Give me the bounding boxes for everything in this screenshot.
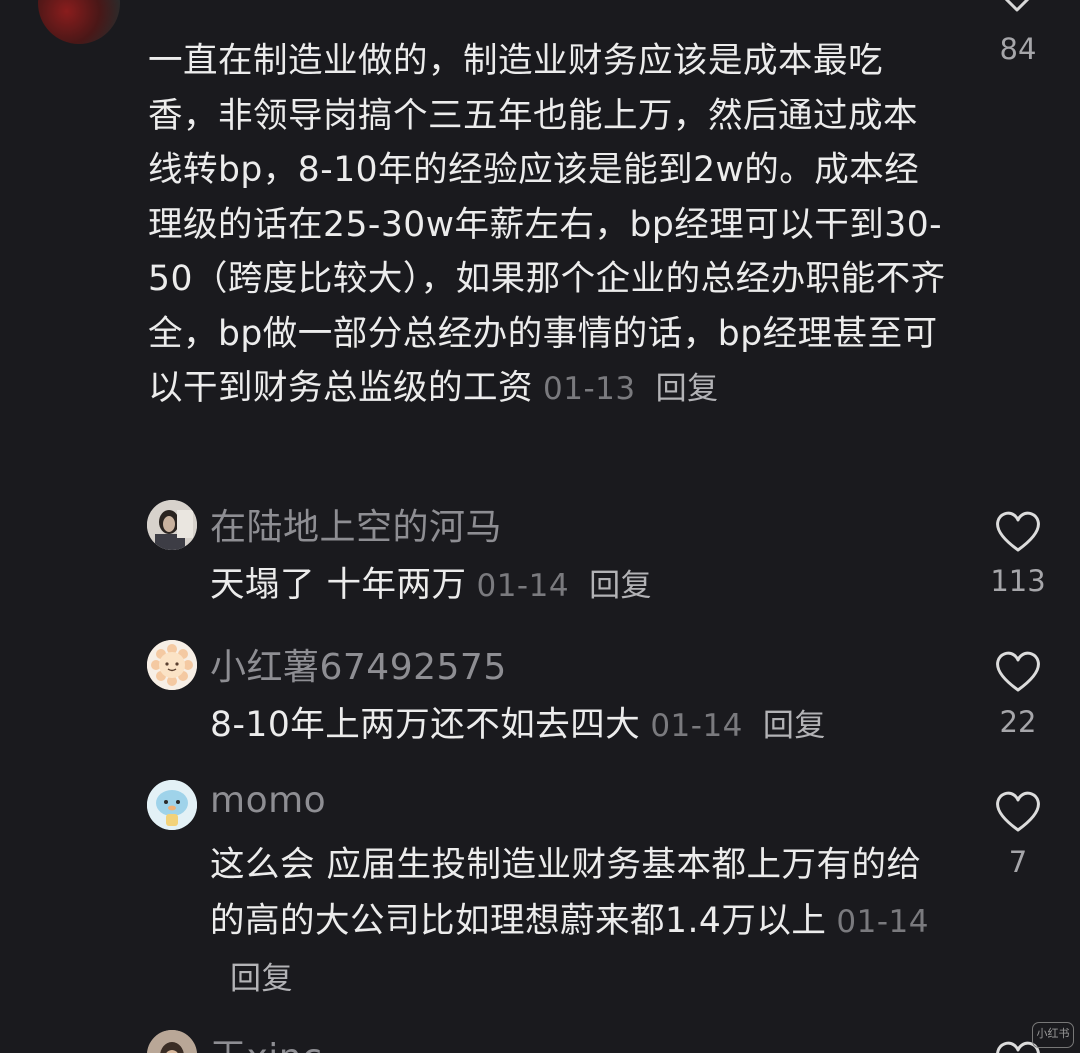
- reply-date: 01-14: [476, 568, 570, 604]
- reply-body: 这么会 应届生投制造业财务基本都上万有的给的高的大公司比如理想蔚来都1.4万以上…: [210, 837, 955, 1007]
- heart-icon[interactable]: [994, 510, 1042, 554]
- heart-icon[interactable]: [994, 650, 1042, 694]
- reply-body: 8-10年上两万还不如去四大 01-14 回复: [210, 697, 950, 754]
- commenter-avatar[interactable]: [38, 0, 120, 44]
- avatar[interactable]: [147, 1030, 197, 1053]
- avatar-photo-icon: [147, 500, 197, 550]
- reply-text: 天塌了 十年两万: [210, 565, 467, 605]
- comment-date: 01-13: [543, 371, 636, 407]
- reply-button[interactable]: 回复: [589, 568, 652, 604]
- heart-icon[interactable]: [994, 790, 1042, 834]
- reply-button[interactable]: 回复: [763, 708, 826, 744]
- like-count: 7: [1008, 845, 1028, 879]
- sun-face-icon: [147, 640, 197, 690]
- reply-text: 这么会 应届生投制造业财务基本都上万有的给的高的大公司比如理想蔚来都1.4万以上: [210, 845, 922, 941]
- reply-username[interactable]: 王xinc: [210, 1028, 322, 1053]
- reply-date: 01-14: [650, 708, 743, 744]
- comment-text: 一直在制造业做的，制造业财务应该是成本最吃香，非领导岗搞个三五年也能上万，然后通…: [148, 41, 946, 408]
- reply-username[interactable]: 小红薯67492575: [210, 638, 507, 690]
- avatar[interactable]: [147, 780, 197, 830]
- reply-button[interactable]: 回复: [230, 961, 293, 997]
- like-count: 84: [999, 32, 1037, 66]
- reply-date: 01-14: [836, 904, 929, 940]
- cartoon-character-icon: [147, 780, 197, 830]
- like-count: 22: [999, 705, 1037, 739]
- comment-body: 一直在制造业做的，制造业财务应该是成本最吃香，非领导岗搞个三五年也能上万，然后通…: [148, 34, 948, 417]
- like-count: 113: [990, 564, 1046, 598]
- reply-username[interactable]: momo: [210, 780, 326, 821]
- reply-text: 8-10年上两万还不如去四大: [210, 705, 641, 745]
- reply-username[interactable]: 在陆地上空的河马: [210, 498, 502, 550]
- avatar-photo-icon: [147, 1030, 197, 1053]
- avatar[interactable]: [147, 640, 197, 690]
- heart-icon[interactable]: [1000, 0, 1034, 22]
- avatar[interactable]: [147, 500, 197, 550]
- reply-body: 天塌了 十年两万 01-14 回复: [210, 557, 950, 614]
- reply-button[interactable]: 回复: [656, 371, 719, 407]
- watermark-logo: 小红书: [1032, 1022, 1074, 1048]
